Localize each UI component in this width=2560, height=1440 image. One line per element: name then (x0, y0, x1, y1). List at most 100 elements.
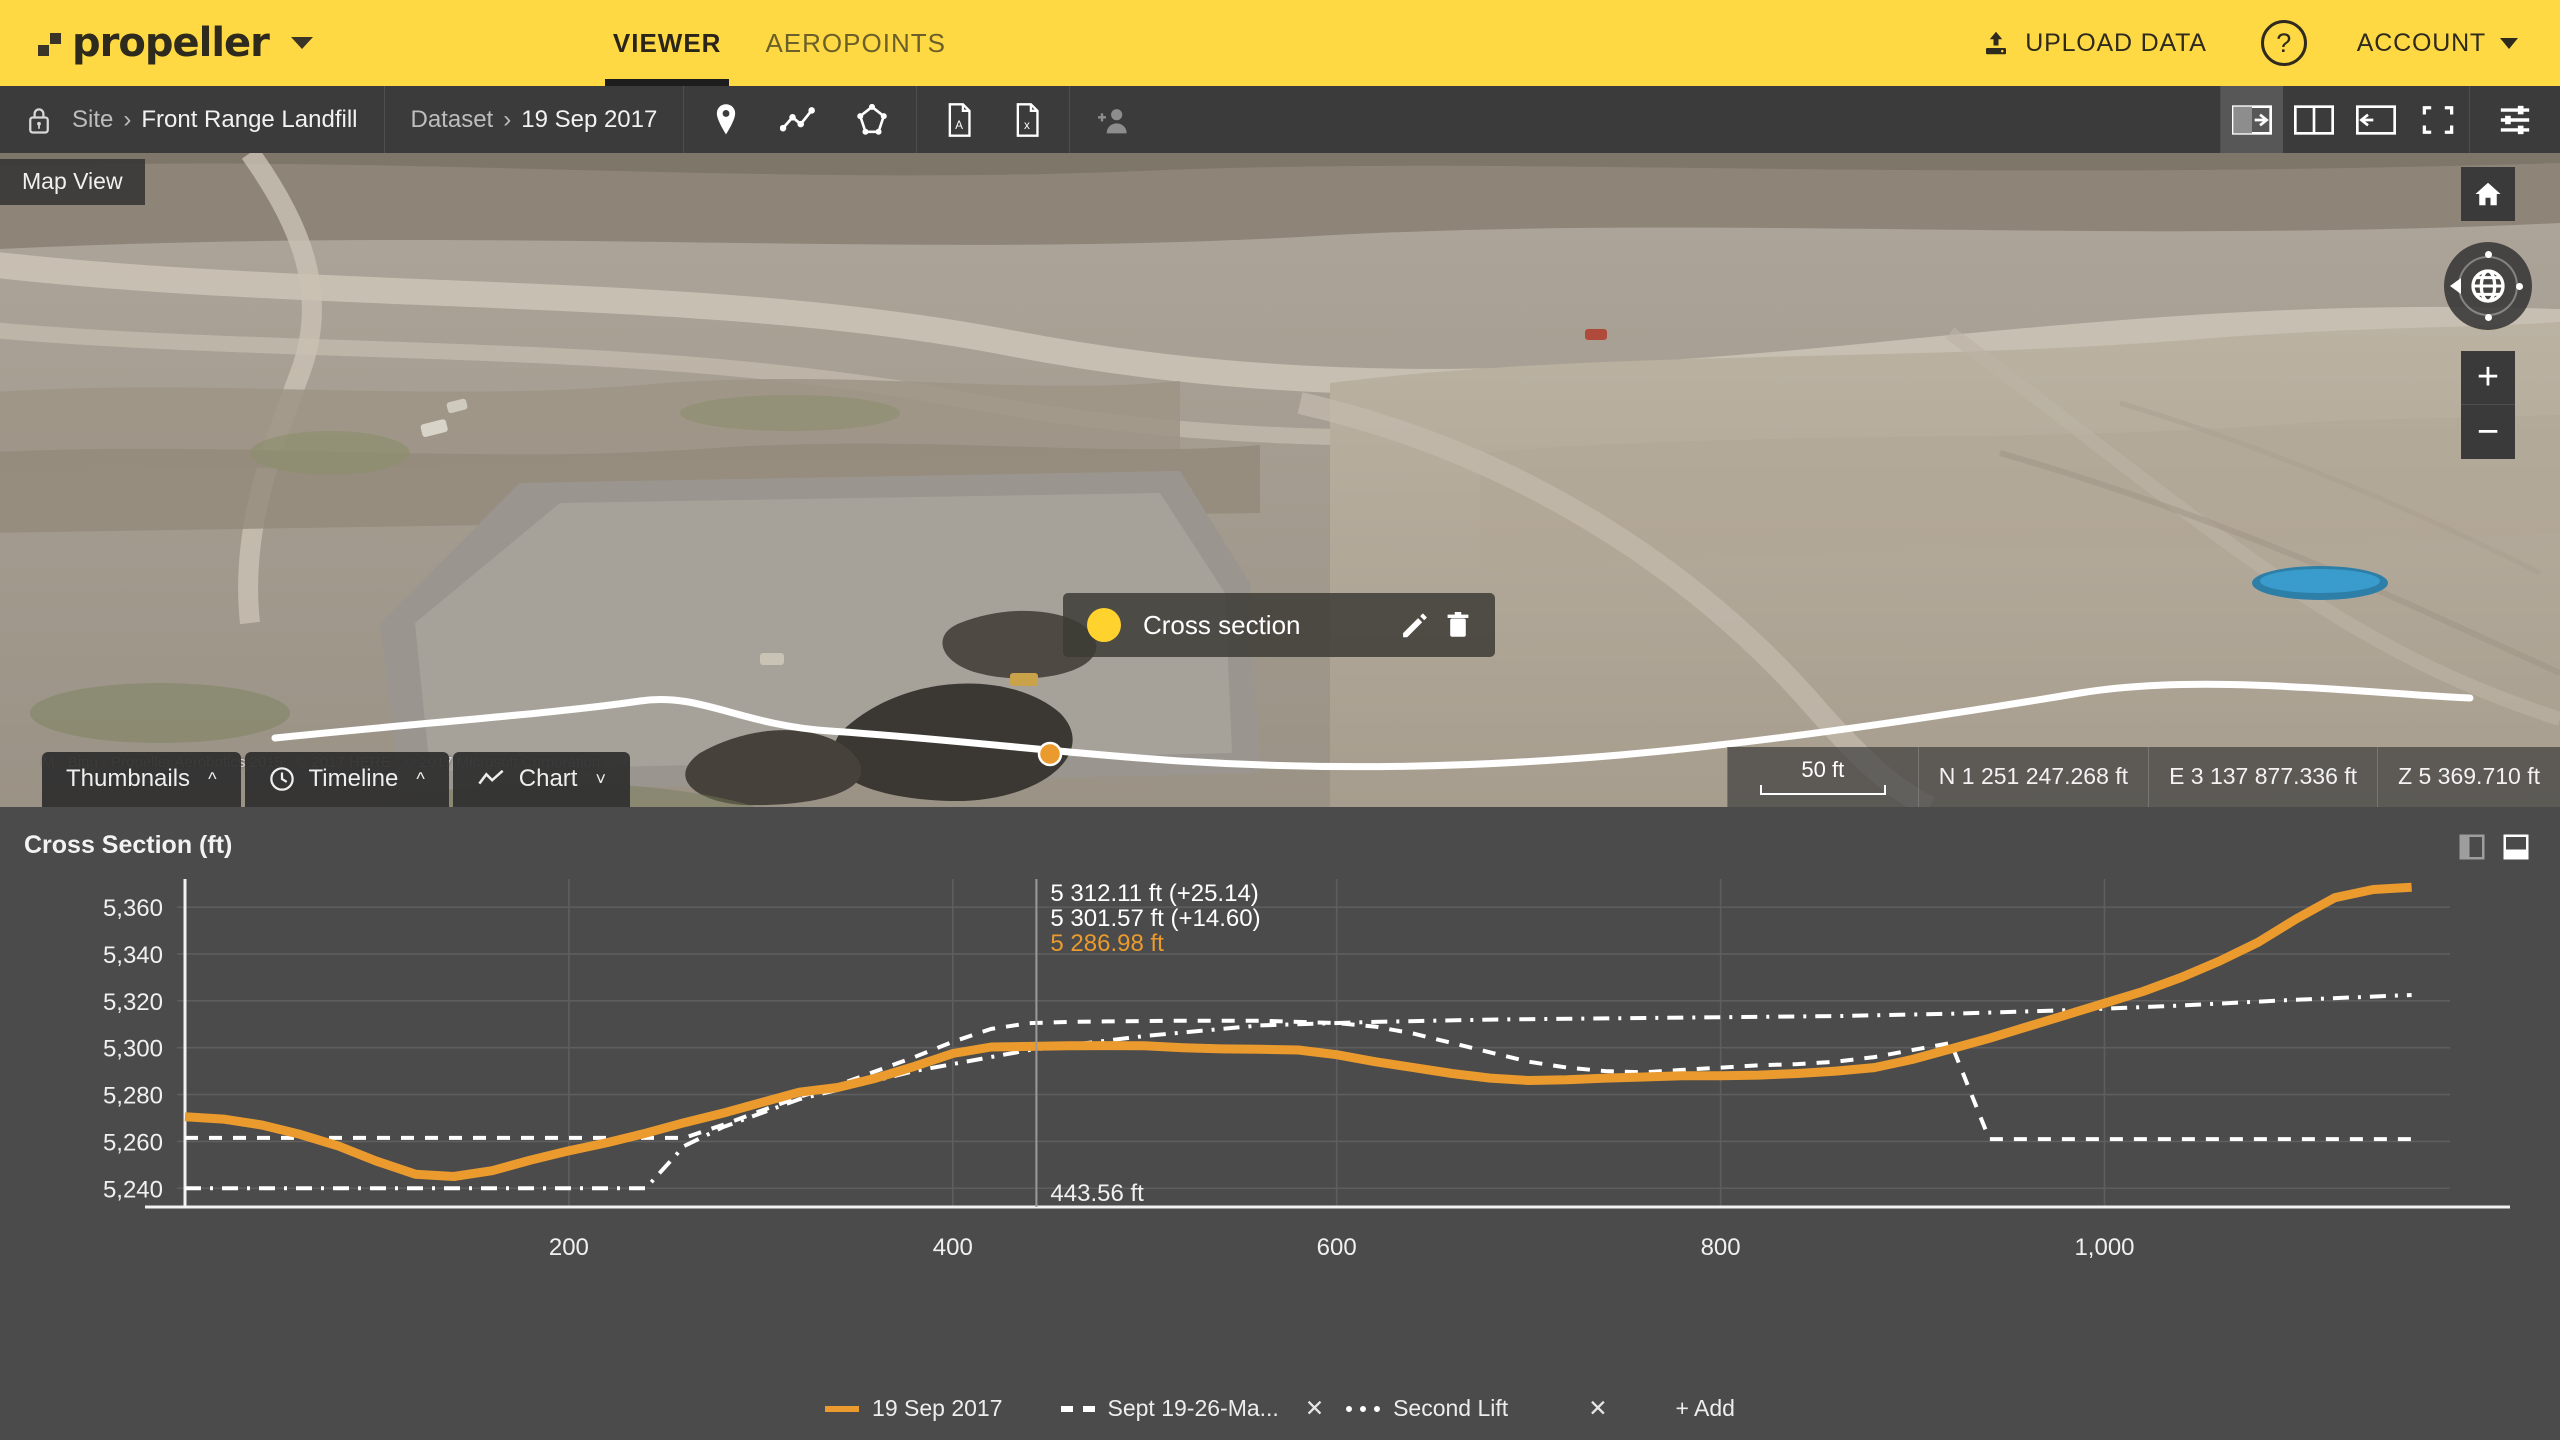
y-axis-tick-label: 5,360 (103, 895, 163, 922)
orbit-navigation-control[interactable] (2444, 242, 2532, 330)
tab-aeropoints[interactable]: AEROPOINTS (743, 0, 967, 86)
fullscreen-icon[interactable] (2407, 86, 2469, 153)
sliders-icon[interactable] (2470, 86, 2560, 153)
map-view-label: Map View (0, 159, 145, 205)
y-axis-tick-label: 5,300 (103, 1036, 163, 1063)
panel-split-icon[interactable] (2283, 86, 2345, 153)
series-line (185, 887, 2412, 1176)
polygon-measure-icon[interactable] (836, 103, 908, 137)
legend-item-2[interactable]: Second Lift ✕ (1346, 1395, 1607, 1422)
cross-section-plot[interactable]: 5,2405,2605,2805,3005,3205,3405,36020040… (0, 867, 2560, 1337)
add-user-icon[interactable] (1078, 105, 1150, 135)
map-viewport[interactable]: Map View Cross section M · Bing · Propel… (0, 153, 2560, 807)
pdf-export-icon[interactable]: A (925, 103, 993, 137)
tab-viewer[interactable]: VIEWER (591, 0, 744, 86)
cursor-value-label: 5 301.57 ft (+14.60) (1050, 905, 1260, 932)
series-line (185, 1021, 2412, 1139)
lock-icon (26, 105, 52, 135)
cross-section-chart-panel: Cross Section (ft) 5,2405,2605,2805,3005… (0, 807, 2560, 1440)
chart-line-icon (477, 768, 505, 790)
chevron-up-icon: ^ (416, 769, 424, 790)
tab-thumbnails-label: Thumbnails (66, 765, 190, 793)
clock-icon (269, 766, 295, 792)
x-axis-tick-label: 800 (1701, 1234, 1741, 1261)
account-label: ACCOUNT (2357, 29, 2486, 58)
legend-swatch-dashdot (1346, 1406, 1380, 1412)
legend-remove-1[interactable]: ✕ (1305, 1395, 1324, 1422)
zoom-out-button[interactable]: − (2461, 405, 2515, 459)
scale-bar: 50 ft (1727, 747, 1918, 807)
panel-side-icon[interactable] (2450, 825, 2494, 869)
help-icon[interactable]: ? (2261, 20, 2307, 66)
site-breadcrumb[interactable]: Site › Front Range Landfill (0, 86, 385, 153)
y-axis-tick-label: 5,280 (103, 1083, 163, 1110)
brand-logo[interactable]: propeller (38, 20, 313, 66)
cursor-distance-label: 443.56 ft (1050, 1180, 1144, 1207)
map-readouts: 50 ft N 1 251 247.268 ft E 3 137 877.336… (1727, 747, 2560, 807)
cursor-value-label: 5 286.98 ft (1050, 930, 1164, 957)
propeller-logo-icon (38, 28, 68, 58)
tab-timeline[interactable]: Timeline ^ (245, 752, 449, 807)
legend-swatch-solid (825, 1406, 859, 1412)
annotation-color-dot (1087, 608, 1121, 642)
legend-item-0[interactable]: 19 Sep 2017 (825, 1395, 1002, 1422)
dataset-label: Dataset (411, 106, 494, 134)
legend-item-1[interactable]: Sept 19-26-Ma... ✕ (1061, 1395, 1325, 1422)
top-right-actions: UPLOAD DATA ? ACCOUNT (1981, 20, 2518, 66)
chart-layout-toggles (2450, 825, 2538, 869)
y-axis-tick-label: 5,260 (103, 1129, 163, 1156)
x-axis-tick-label: 600 (1317, 1234, 1357, 1261)
upload-data-label: UPLOAD DATA (2025, 29, 2207, 58)
panel-left-icon[interactable] (2345, 86, 2407, 153)
tab-chart-label: Chart (519, 765, 578, 793)
svg-text:A: A (955, 119, 963, 132)
trash-icon[interactable] (1445, 610, 1471, 640)
cursor-value-label: 5 312.11 ft (+25.14) (1050, 880, 1258, 907)
legend-label-2: Second Lift (1393, 1395, 1508, 1422)
legend-remove-2[interactable]: ✕ (1588, 1395, 1607, 1422)
map-navigation-controls: + − (2444, 167, 2532, 459)
share-tools-group (1070, 86, 1158, 153)
dataset-breadcrumb[interactable]: Dataset › 19 Sep 2017 (385, 86, 685, 153)
site-label: Site (72, 106, 113, 134)
excel-export-icon[interactable]: x (993, 103, 1061, 137)
chevron-down-icon: ˅ (595, 769, 606, 790)
account-menu-button[interactable]: ACCOUNT (2357, 29, 2518, 58)
context-toolbar: Site › Front Range Landfill Dataset › 19… (0, 86, 2560, 153)
chart-legend: 19 Sep 2017 Sept 19-26-Ma... ✕ Second Li… (0, 1395, 2560, 1422)
home-icon[interactable] (2461, 167, 2515, 221)
polyline-measure-icon[interactable] (760, 105, 836, 135)
chevron-up-icon: ^ (208, 769, 216, 790)
layout-controls (2220, 86, 2560, 153)
map-pin-icon[interactable] (692, 103, 760, 137)
breadcrumb-separator: › (503, 106, 511, 134)
map-bottom-tabs: Thumbnails ^ Timeline ^ Chart ˅ (42, 752, 634, 807)
chevron-down-icon (2500, 38, 2518, 49)
legend-label-1: Sept 19-26-Ma... (1108, 1395, 1279, 1422)
svg-text:x: x (1024, 119, 1030, 132)
site-name: Front Range Landfill (141, 106, 357, 134)
measure-tools-group (684, 86, 917, 153)
zoom-in-button[interactable]: + (2461, 351, 2515, 405)
northing-readout: N 1 251 247.268 ft (1918, 747, 2148, 807)
legend-add-button[interactable]: + Add (1675, 1395, 1734, 1422)
cross-section-annotation-popup[interactable]: Cross section (1063, 593, 1495, 657)
scale-bar-graphic (1760, 785, 1886, 795)
annotation-label: Cross section (1143, 610, 1383, 641)
panel-right-icon[interactable] (2221, 86, 2283, 153)
chart-panel-title: Cross Section (ft) (24, 831, 232, 860)
upload-data-button[interactable]: UPLOAD DATA (1981, 28, 2207, 58)
export-tools-group: A x (917, 86, 1070, 153)
tab-thumbnails[interactable]: Thumbnails ^ (42, 752, 241, 807)
help-label: ? (2276, 28, 2291, 59)
brand-name: propeller (72, 20, 269, 66)
legend-label-0: 19 Sep 2017 (872, 1395, 1002, 1422)
tab-timeline-label: Timeline (309, 765, 399, 793)
aerial-imagery (0, 153, 2560, 807)
pencil-icon[interactable] (1399, 610, 1429, 640)
panel-bottom-icon[interactable] (2494, 825, 2538, 869)
chevron-down-icon[interactable] (291, 37, 313, 49)
x-axis-tick-label: 400 (933, 1234, 973, 1261)
y-axis-tick-label: 5,320 (103, 989, 163, 1016)
tab-chart[interactable]: Chart ˅ (453, 752, 630, 807)
